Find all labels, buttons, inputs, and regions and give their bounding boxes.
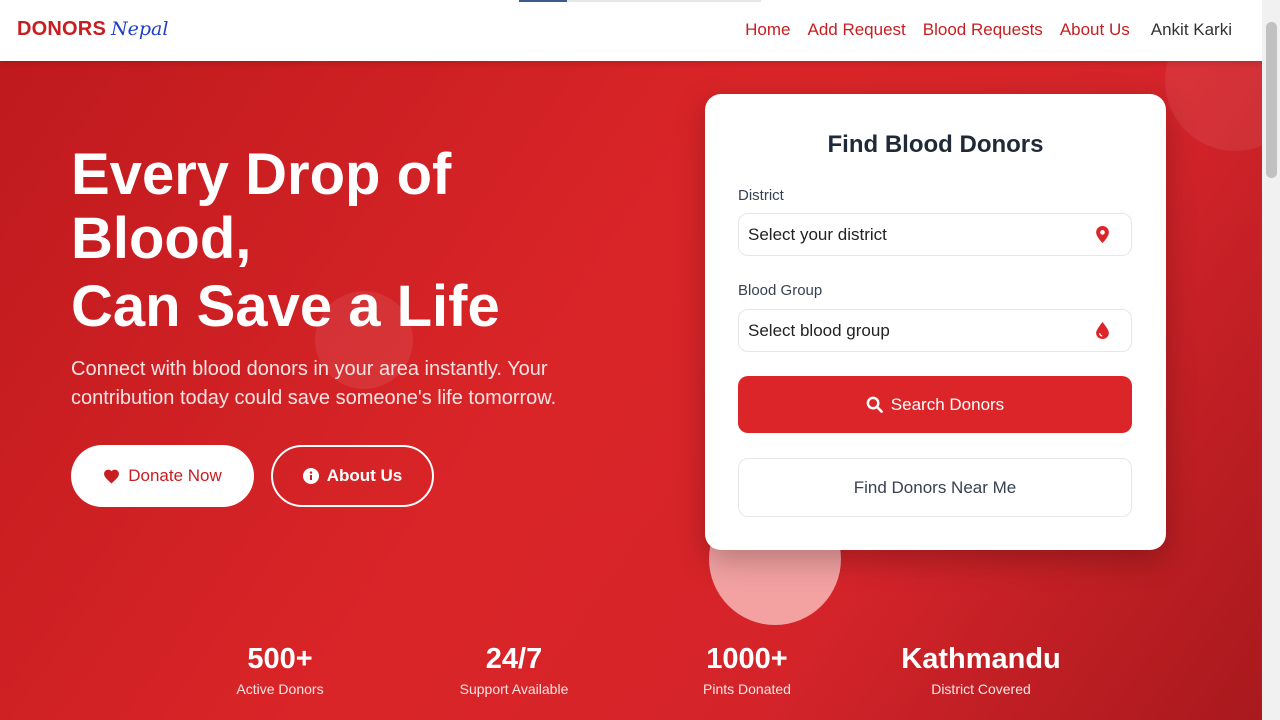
search-donors-button[interactable]: Search Donors	[738, 376, 1132, 433]
blood-group-label: Blood Group	[738, 282, 823, 299]
search-donors-label: Search Donors	[890, 394, 1005, 414]
stat-value: 1000+	[706, 643, 788, 675]
nav-link-about-us[interactable]: About Us	[1060, 20, 1130, 40]
nav-link-home[interactable]: Home	[745, 20, 790, 40]
stat-label: District Covered	[931, 681, 1031, 697]
stat-active-donors: 500+ Active Donors	[160, 643, 400, 697]
headline-line-2: Blood,	[71, 206, 252, 271]
scrollbar-thumb[interactable]	[1266, 22, 1277, 178]
about-us-label: About Us	[326, 466, 403, 485]
donate-now-button[interactable]: Donate Now	[71, 445, 254, 507]
decorative-circle	[1165, 61, 1262, 151]
stat-district: Kathmandu District Covered	[861, 643, 1101, 697]
stat-label: Active Donors	[236, 681, 324, 697]
blood-group-placeholder: Select blood group	[748, 320, 890, 340]
stat-label: Support Available	[459, 681, 569, 697]
stat-value: 500+	[247, 643, 313, 675]
brand-name: DONORS	[17, 18, 106, 40]
navbar: DONORS Nepal Home Add Request Blood Requ…	[0, 0, 1262, 61]
brand-script: Nepal	[110, 18, 169, 40]
stat-support: 24/7 Support Available	[394, 643, 634, 697]
hero-section: Every Drop of Blood, Can Save a Life Con…	[0, 61, 1262, 720]
brand-logo[interactable]: DONORS Nepal	[17, 18, 168, 41]
donate-now-label: Donate Now	[128, 466, 222, 485]
stat-value: Kathmandu	[901, 643, 1061, 675]
nav-link-blood-requests[interactable]: Blood Requests	[923, 20, 1043, 40]
user-menu[interactable]: Ankit Karki	[1151, 20, 1232, 40]
stat-label: Pints Donated	[703, 681, 791, 697]
page-progress-fill	[519, 0, 568, 2]
search-icon	[866, 396, 883, 413]
page-progress-bar	[519, 0, 761, 2]
map-pin-icon	[1096, 226, 1109, 248]
blood-group-select[interactable]: Select blood group	[738, 309, 1132, 352]
about-us-button[interactable]: About Us	[271, 445, 434, 507]
headline-line-1: Every Drop of	[71, 142, 452, 207]
stat-value: 24/7	[485, 643, 543, 675]
blood-drop-icon	[1096, 322, 1109, 344]
find-donors-card: Find Blood Donors District Select your d…	[705, 94, 1166, 550]
find-donors-near-me-button[interactable]: Find Donors Near Me	[738, 458, 1132, 517]
nav-links: Home Add Request Blood Requests About Us…	[728, 20, 1232, 40]
heart-icon	[103, 468, 120, 484]
district-select[interactable]: Select your district	[738, 213, 1132, 256]
card-title: Find Blood Donors	[827, 131, 1044, 158]
stat-pints-donated: 1000+ Pints Donated	[627, 643, 867, 697]
headline-line-3: Can Save a Life	[71, 274, 500, 339]
info-icon	[302, 468, 319, 484]
district-placeholder: Select your district	[748, 224, 887, 244]
hero-headline: Every Drop of Blood, Can Save a Life	[71, 143, 631, 339]
page-scrollbar[interactable]	[1262, 0, 1280, 720]
nav-link-add-request[interactable]: Add Request	[807, 20, 905, 40]
hero-subtext: Connect with blood donors in your area i…	[71, 358, 557, 409]
stats-row: 500+ Active Donors 24/7 Support Availabl…	[0, 643, 1262, 720]
district-label: District	[738, 187, 784, 204]
